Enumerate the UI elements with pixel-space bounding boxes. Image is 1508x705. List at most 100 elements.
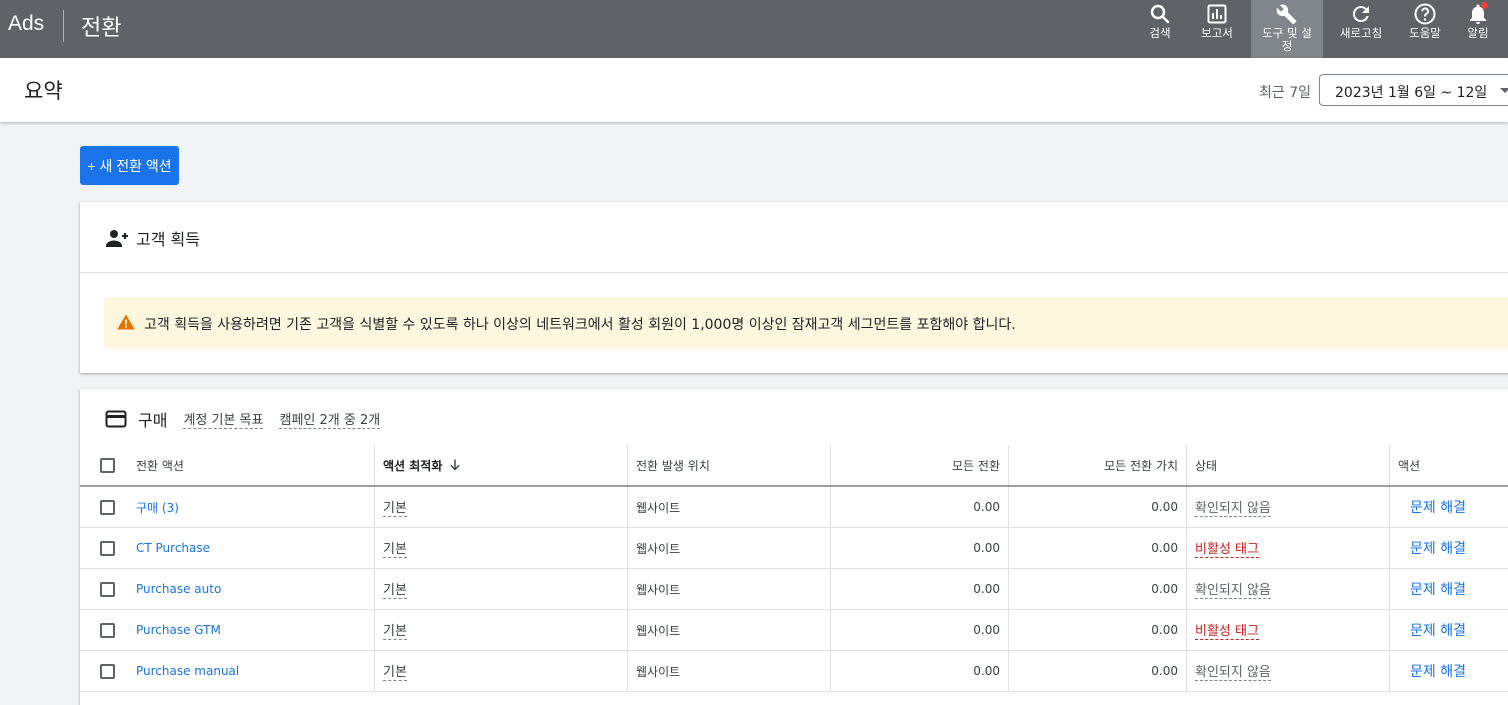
troubleshoot-link[interactable]: 문제 해결 [1410,661,1466,681]
optimization-value[interactable]: 기본 [383,497,407,517]
col-action-optimization[interactable]: 액션 최적화 [383,445,623,485]
optimization-cell: 기본 [383,569,623,609]
action-cell: 문제 해결 [1410,528,1508,568]
row-checkbox-cell [100,651,120,691]
troubleshoot-link[interactable]: 문제 해결 [1410,579,1466,599]
optimization-value[interactable]: 기본 [383,620,407,640]
conversion-source: 웹사이트 [636,664,681,679]
conversion-action-name-link[interactable]: CT Purchase [136,528,366,568]
optimization-value[interactable]: 기본 [383,538,407,558]
purchase-title: 구매 [138,411,168,430]
reports-button[interactable]: 보고서 [1192,0,1242,58]
col-actions: 액션 [1398,458,1421,473]
col-divider [374,651,375,691]
date-range-picker[interactable]: 2023년 1월 6일 ~ 12일 [1319,74,1508,106]
col-divider [1389,445,1390,485]
conversion-action-name-link[interactable]: Purchase manual [136,651,366,691]
status-cell: 확인되지 않음 [1195,569,1375,609]
col-action-optimization-label: 액션 최적화 [383,458,443,473]
table-row: CT Purchase 기본 웹사이트 0.00 0.00 비활성 태그 문제 … [80,528,1508,569]
notifications-button[interactable]: 알림 [1458,0,1498,58]
col-divider [374,487,375,527]
action-cell: 문제 해결 [1410,651,1508,691]
col-divider [830,445,831,485]
action-cell: 문제 해결 [1410,487,1508,527]
all-conversions-value: 0.00 [973,582,1000,596]
col-divider [1389,487,1390,527]
sort-down-arrow-icon [450,459,461,471]
ads-logo[interactable]: Ads [8,12,44,36]
new-conversion-action-button[interactable]: + 새 전환 액션 [80,146,179,185]
purchase-card: 구매 계정 기본 목표 캠페인 2개 중 2개 전환 액션 액션 최적화 전환 … [80,389,1508,705]
search-label: 검색 [1149,26,1171,40]
customer-acquisition-title: 고객 획득 [136,230,200,249]
row-checkbox[interactable] [100,622,115,638]
col-divider [1186,651,1187,691]
wrench-icon [1276,4,1297,25]
col-divider [830,487,831,527]
conversion-actions-table: 전환 액션 액션 최적화 전환 발생 위치 모든 전환 모든 전환 가치 상태 … [80,445,1508,692]
status-badge[interactable]: 확인되지 않음 [1195,661,1271,681]
status-badge[interactable]: 확인되지 않음 [1195,579,1271,599]
all-conversions-value: 0.00 [973,541,1000,555]
col-divider [627,445,628,485]
row-checkbox-cell [100,528,120,568]
purchase-header: 구매 계정 기본 목표 캠페인 2개 중 2개 [104,407,381,431]
refresh-icon [1352,6,1369,23]
all-conversion-value: 0.00 [1151,664,1178,678]
troubleshoot-link[interactable]: 문제 해결 [1410,538,1466,558]
section-title: 전환 [81,16,122,41]
optimization-cell: 기본 [383,528,623,568]
help-button[interactable]: 도움말 [1402,0,1448,58]
select-all-checkbox[interactable] [100,457,115,473]
page-title: 요약 [24,79,63,103]
col-all-conversions[interactable]: 모든 전환 [838,445,1000,485]
col-all-conversion-value[interactable]: 모든 전환 가치 [1016,445,1178,485]
conversion-action-name-link[interactable]: Purchase auto [136,569,366,609]
conversion-action-name-link[interactable]: 구매 (3) [136,487,366,527]
page-header: 요약 최근 7일 2023년 1월 6일 ~ 12일 [0,58,1508,122]
search-button[interactable]: 검색 [1138,0,1182,58]
col-conversion-source[interactable]: 전환 발생 위치 [636,445,826,485]
col-divider [374,528,375,568]
col-divider [1389,610,1390,650]
status-badge[interactable]: 비활성 태그 [1195,538,1259,558]
optimization-value[interactable]: 기본 [383,579,407,599]
status-badge[interactable]: 비활성 태그 [1195,620,1259,640]
row-checkbox[interactable] [100,663,115,679]
col-divider [1186,610,1187,650]
col-divider [1389,651,1390,691]
notification-dot [1481,2,1488,9]
campaign-count-label[interactable]: 캠페인 2개 중 2개 [279,409,381,429]
row-checkbox[interactable] [100,540,115,556]
all-conversions-value: 0.00 [973,623,1000,637]
tools-settings-label: 도구 및 설정 [1262,26,1312,53]
optimization-cell: 기본 [383,651,623,691]
col-status[interactable]: 상태 [1195,445,1375,485]
account-default-goal-label[interactable]: 계정 기본 목표 [183,409,264,429]
col-divider [1008,528,1009,568]
col-divider [1008,445,1009,485]
table-row: Purchase GTM 기본 웹사이트 0.00 0.00 비활성 태그 문제… [80,610,1508,651]
all-conversion-value: 0.00 [1151,623,1178,637]
troubleshoot-link[interactable]: 문제 해결 [1410,497,1466,517]
optimization-value[interactable]: 기본 [383,661,407,681]
col-divider [1186,569,1187,609]
col-divider [374,610,375,650]
col-divider [1186,445,1187,485]
all-conversion-value: 0.00 [1151,541,1178,555]
notifications-label: 알림 [1467,26,1489,40]
dropdown-caret-icon [1500,88,1508,93]
col-divider [830,528,831,568]
tools-settings-button[interactable]: 도구 및 설정 [1251,0,1323,58]
status-badge[interactable]: 확인되지 않음 [1195,497,1271,517]
col-divider [1186,487,1187,527]
row-checkbox[interactable] [100,581,115,597]
conversion-action-name-link[interactable]: Purchase GTM [136,610,366,650]
col-conversion-action[interactable]: 전환 액션 [136,445,366,485]
refresh-button[interactable]: 새로고침 [1334,0,1388,58]
row-checkbox[interactable] [100,499,115,515]
status-cell: 확인되지 않음 [1195,651,1375,691]
top-app-bar: Ads 전환 검색 보고서 도구 및 설정 새로고침 도움말 알림 [0,0,1508,58]
troubleshoot-link[interactable]: 문제 해결 [1410,620,1466,640]
